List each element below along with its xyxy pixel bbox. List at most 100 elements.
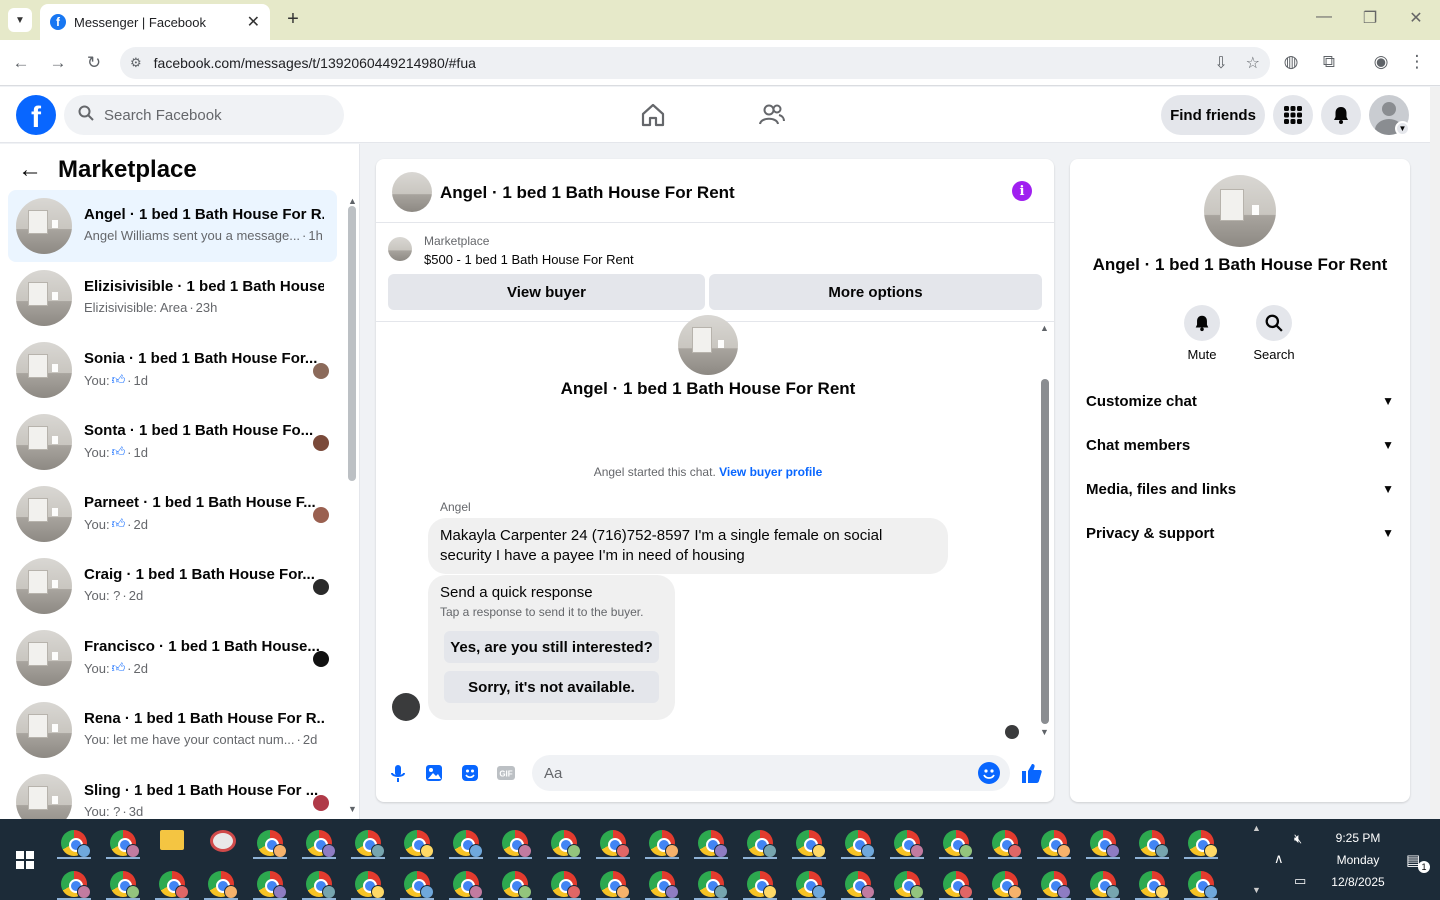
chrome-profile-taskbar-icon[interactable] [551, 830, 581, 858]
chat-members-row[interactable]: Chat members ▼ [1086, 429, 1394, 461]
find-friends-button[interactable]: Find friends [1161, 95, 1265, 135]
profile-icon[interactable]: ◉ [1370, 52, 1392, 72]
tab-search-chevron-icon[interactable]: ▼ [8, 8, 32, 32]
conversation-item[interactable]: Parneet · 1 bed 1 Bath House F... You: 👍︎ … [8, 478, 337, 550]
chrome-profile-taskbar-icon[interactable] [61, 871, 91, 899]
microphone-icon[interactable] [388, 763, 408, 783]
file-explorer-icon[interactable] [160, 830, 184, 850]
chrome-profile-taskbar-icon[interactable] [1041, 871, 1071, 899]
chrome-profile-taskbar-icon[interactable] [796, 830, 826, 858]
chrome-profile-taskbar-icon[interactable] [1090, 830, 1120, 858]
photo-icon[interactable] [424, 763, 444, 783]
conversation-item[interactable]: Sling · 1 bed 1 Bath House For ... You: ?… [8, 766, 337, 819]
reload-icon[interactable]: ↻ [83, 52, 105, 74]
bookmark-star-icon[interactable]: ☆ [1246, 53, 1260, 73]
chrome-profile-taskbar-icon[interactable] [845, 830, 875, 858]
info-icon[interactable]: i [1012, 181, 1032, 201]
sidebar-scrollbar[interactable] [348, 206, 356, 481]
show-hidden-icons-icon[interactable]: ∧ [1274, 851, 1284, 867]
browser-tab[interactable]: f Messenger | Facebook ✕ [40, 4, 270, 40]
chrome-profile-taskbar-icon[interactable] [502, 871, 532, 899]
notifications-bell-icon[interactable] [1321, 95, 1361, 135]
chrome-profile-taskbar-icon[interactable] [551, 871, 581, 899]
conversation-item[interactable]: Elizisivisible · 1 bed 1 Bath House... El… [8, 262, 337, 334]
chrome-profile-taskbar-icon[interactable] [257, 871, 287, 899]
chrome-profile-taskbar-icon[interactable] [649, 871, 679, 899]
chrome-profile-taskbar-icon[interactable] [894, 871, 924, 899]
conversation-item[interactable]: Angel · 1 bed 1 Bath House For R... Angel… [8, 190, 337, 262]
chrome-profile-taskbar-icon[interactable] [110, 830, 140, 858]
tab-close-icon[interactable]: ✕ [247, 12, 260, 32]
chrome-profile-taskbar-icon[interactable] [355, 871, 385, 899]
chrome-profile-taskbar-icon[interactable] [404, 830, 434, 858]
chrome-profile-taskbar-icon[interactable] [1041, 830, 1071, 858]
chrome-profile-taskbar-icon[interactable] [1139, 871, 1169, 899]
chrome-profile-taskbar-icon[interactable] [453, 871, 483, 899]
message-input[interactable]: Aa [532, 755, 1010, 791]
back-arrow-icon[interactable]: ← [18, 156, 42, 184]
restore-icon[interactable]: ❐ [1358, 8, 1382, 28]
clock-day[interactable]: Monday [1328, 853, 1388, 867]
customize-chat-row[interactable]: Customize chat ▼ [1086, 385, 1394, 417]
listing-price-title[interactable]: $500 - 1 bed 1 Bath House For Rent [424, 252, 634, 267]
windows-start-icon[interactable] [16, 851, 34, 869]
sticker-icon[interactable] [460, 763, 480, 783]
install-app-icon[interactable]: ⇩ [1214, 53, 1227, 73]
conversation-item[interactable]: Sonia · 1 bed 1 Bath House For... You: 👍︎ … [8, 334, 337, 406]
chrome-profile-taskbar-icon[interactable] [992, 871, 1022, 899]
chrome-profile-taskbar-icon[interactable] [1090, 871, 1120, 899]
conversation-item[interactable]: Rena · 1 bed 1 Bath House For R... You: l… [8, 694, 337, 766]
chrome-profile-taskbar-icon[interactable] [1188, 871, 1218, 899]
network-icon[interactable]: ▭ [1294, 873, 1306, 889]
chrome-profile-taskbar-icon[interactable] [649, 830, 679, 858]
chrome-profile-taskbar-icon[interactable] [698, 830, 728, 858]
taskbar-scroll-down-icon[interactable]: ▼ [1252, 885, 1261, 895]
conversation-item[interactable]: Craig · 1 bed 1 Bath House For... You: ? … [8, 550, 337, 622]
sender-avatar[interactable] [392, 693, 420, 721]
chrome-profile-taskbar-icon[interactable] [992, 830, 1022, 858]
translate-icon[interactable]: ◍ [1280, 52, 1302, 72]
chrome-profile-taskbar-icon[interactable] [502, 830, 532, 858]
chrome-profile-taskbar-icon[interactable] [894, 830, 924, 858]
more-options-button[interactable]: More options [709, 274, 1042, 310]
view-buyer-profile-link[interactable]: View buyer profile [719, 465, 822, 479]
browser-menu-icon[interactable]: ⋮ [1406, 52, 1428, 72]
extensions-icon[interactable]: ⧉ [1318, 52, 1340, 72]
url-bar[interactable]: ⚙ facebook.com/messages/t/13920604492149… [120, 47, 1270, 79]
volume-muted-icon[interactable]: 🔇︎ [1294, 831, 1302, 847]
conversation-item[interactable]: Sonta · 1 bed 1 Bath House Fo... You: 👍︎ ·… [8, 406, 337, 478]
chrome-profile-taskbar-icon[interactable] [747, 830, 777, 858]
search-in-chat-button[interactable]: Search [1244, 305, 1304, 362]
chrome-profile-taskbar-icon[interactable] [796, 871, 826, 899]
gif-icon[interactable]: GIF [496, 763, 516, 783]
scroll-up-icon[interactable]: ▲ [348, 196, 357, 206]
new-tab-icon[interactable]: + [282, 8, 304, 31]
chrome-profile-taskbar-icon[interactable] [306, 871, 336, 899]
quick-reply-still-interested-button[interactable]: Yes, are you still interested? [444, 631, 659, 663]
chrome-profile-taskbar-icon[interactable] [453, 830, 483, 858]
info-listing-avatar[interactable] [1204, 175, 1276, 247]
close-window-icon[interactable]: ✕ [1404, 8, 1428, 28]
chrome-profile-taskbar-icon[interactable] [1139, 830, 1169, 858]
chat-title[interactable]: Angel · 1 bed 1 Bath House For Rent [440, 183, 735, 203]
menu-grid-icon[interactable] [1273, 95, 1313, 135]
facebook-search-input[interactable]: Search Facebook [64, 95, 344, 135]
scroll-down-icon[interactable]: ▼ [348, 804, 357, 814]
chrome-profile-taskbar-icon[interactable] [159, 871, 189, 899]
chrome-profile-taskbar-icon[interactable] [61, 830, 91, 858]
friends-icon[interactable] [758, 101, 786, 129]
chrome-profile-taskbar-icon[interactable] [943, 871, 973, 899]
like-thumbs-up-icon[interactable] [1020, 761, 1044, 785]
taskbar-scroll[interactable]: ▲ ▼ [1248, 819, 1264, 900]
listing-avatar[interactable] [392, 172, 432, 212]
listing-thumbnail[interactable] [388, 237, 412, 261]
chat-scrollbar[interactable] [1041, 379, 1049, 724]
chrome-profile-taskbar-icon[interactable] [208, 871, 238, 899]
chrome-profile-taskbar-icon[interactable] [110, 871, 140, 899]
chrome-profile-taskbar-icon[interactable] [257, 830, 287, 858]
page-scrollbar[interactable] [1430, 87, 1440, 819]
chrome-profile-taskbar-icon[interactable] [845, 871, 875, 899]
view-buyer-button[interactable]: View buyer [388, 274, 705, 310]
clock-date[interactable]: 12/8/2025 [1320, 875, 1396, 889]
chrome-profile-taskbar-icon[interactable] [747, 871, 777, 899]
